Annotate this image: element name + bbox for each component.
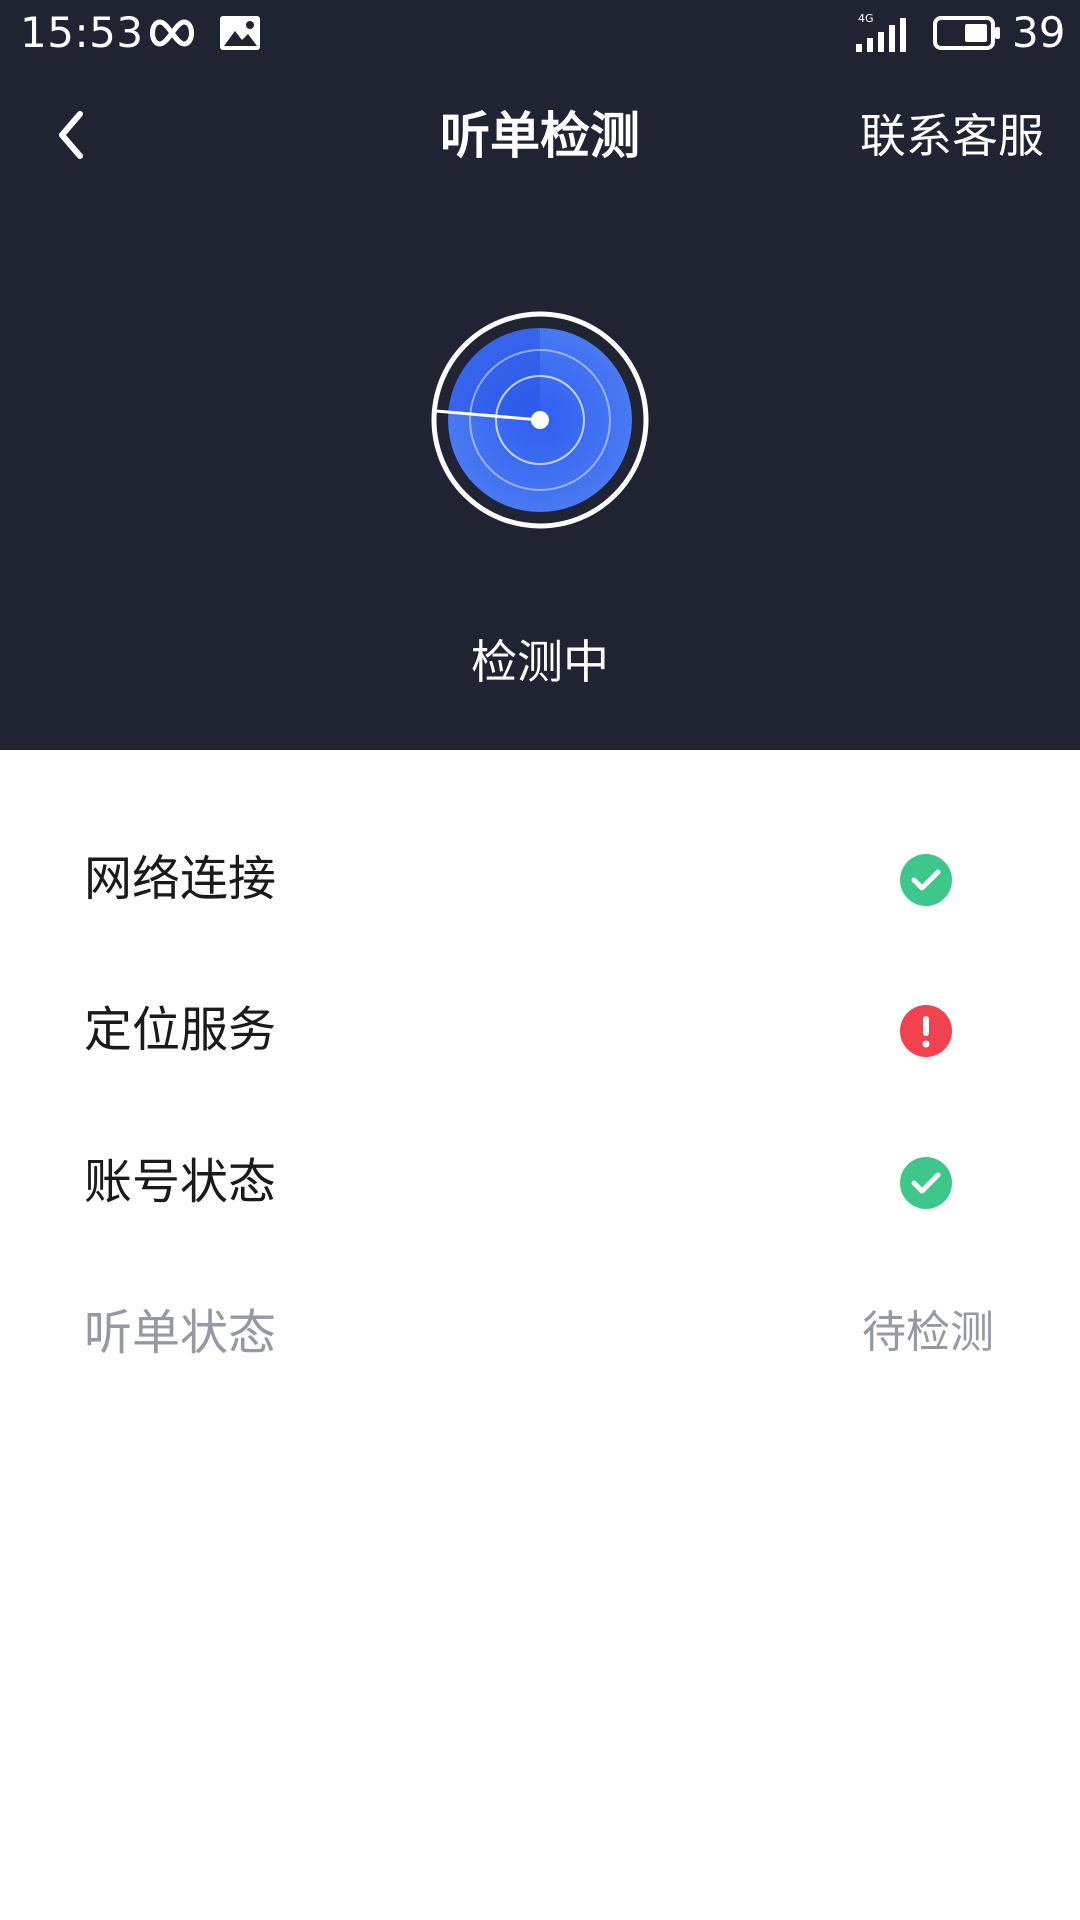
chevron-left-icon <box>59 111 83 159</box>
check-circle-icon <box>900 854 952 906</box>
radar-icon <box>431 311 649 529</box>
check-label-account: 账号状态 <box>84 1154 277 1210</box>
list-item-location: 定位服务 <box>0 975 1080 1085</box>
photo-icon <box>220 16 260 50</box>
error-circle-icon <box>900 1005 952 1057</box>
infinity-icon <box>150 19 194 47</box>
svg-text:4G: 4G <box>858 12 874 25</box>
check-circle-icon <box>900 1157 952 1209</box>
check-label-listening: 听单状态 <box>84 1305 277 1361</box>
pending-status-text: 待检测 <box>862 1307 994 1358</box>
battery-icon <box>933 16 1000 50</box>
signal-icon: 4G <box>856 12 906 52</box>
back-button[interactable] <box>40 100 100 170</box>
check-label-network: 网络连接 <box>84 851 277 907</box>
battery-level: 39 <box>1012 8 1066 57</box>
listening-check-screen: 15:53 4G 39 听单检测 联系客服 检测中 网络连接 定位服务 账号状态… <box>0 0 1080 1920</box>
list-item-listening: 听单状态 待检测 <box>0 1278 1080 1388</box>
list-item-account: 账号状态 <box>0 1127 1080 1237</box>
status-bar: 15:53 4G 39 <box>0 0 1080 66</box>
check-label-location: 定位服务 <box>84 1002 277 1058</box>
detect-status-text: 检测中 <box>471 635 609 689</box>
page-title: 听单检测 <box>440 107 640 165</box>
list-item-network: 网络连接 <box>0 824 1080 934</box>
status-time: 15:53 <box>20 8 144 57</box>
contact-support-button[interactable]: 联系客服 <box>860 104 1044 168</box>
header-panel: 15:53 4G 39 听单检测 联系客服 检测中 <box>0 0 1080 750</box>
